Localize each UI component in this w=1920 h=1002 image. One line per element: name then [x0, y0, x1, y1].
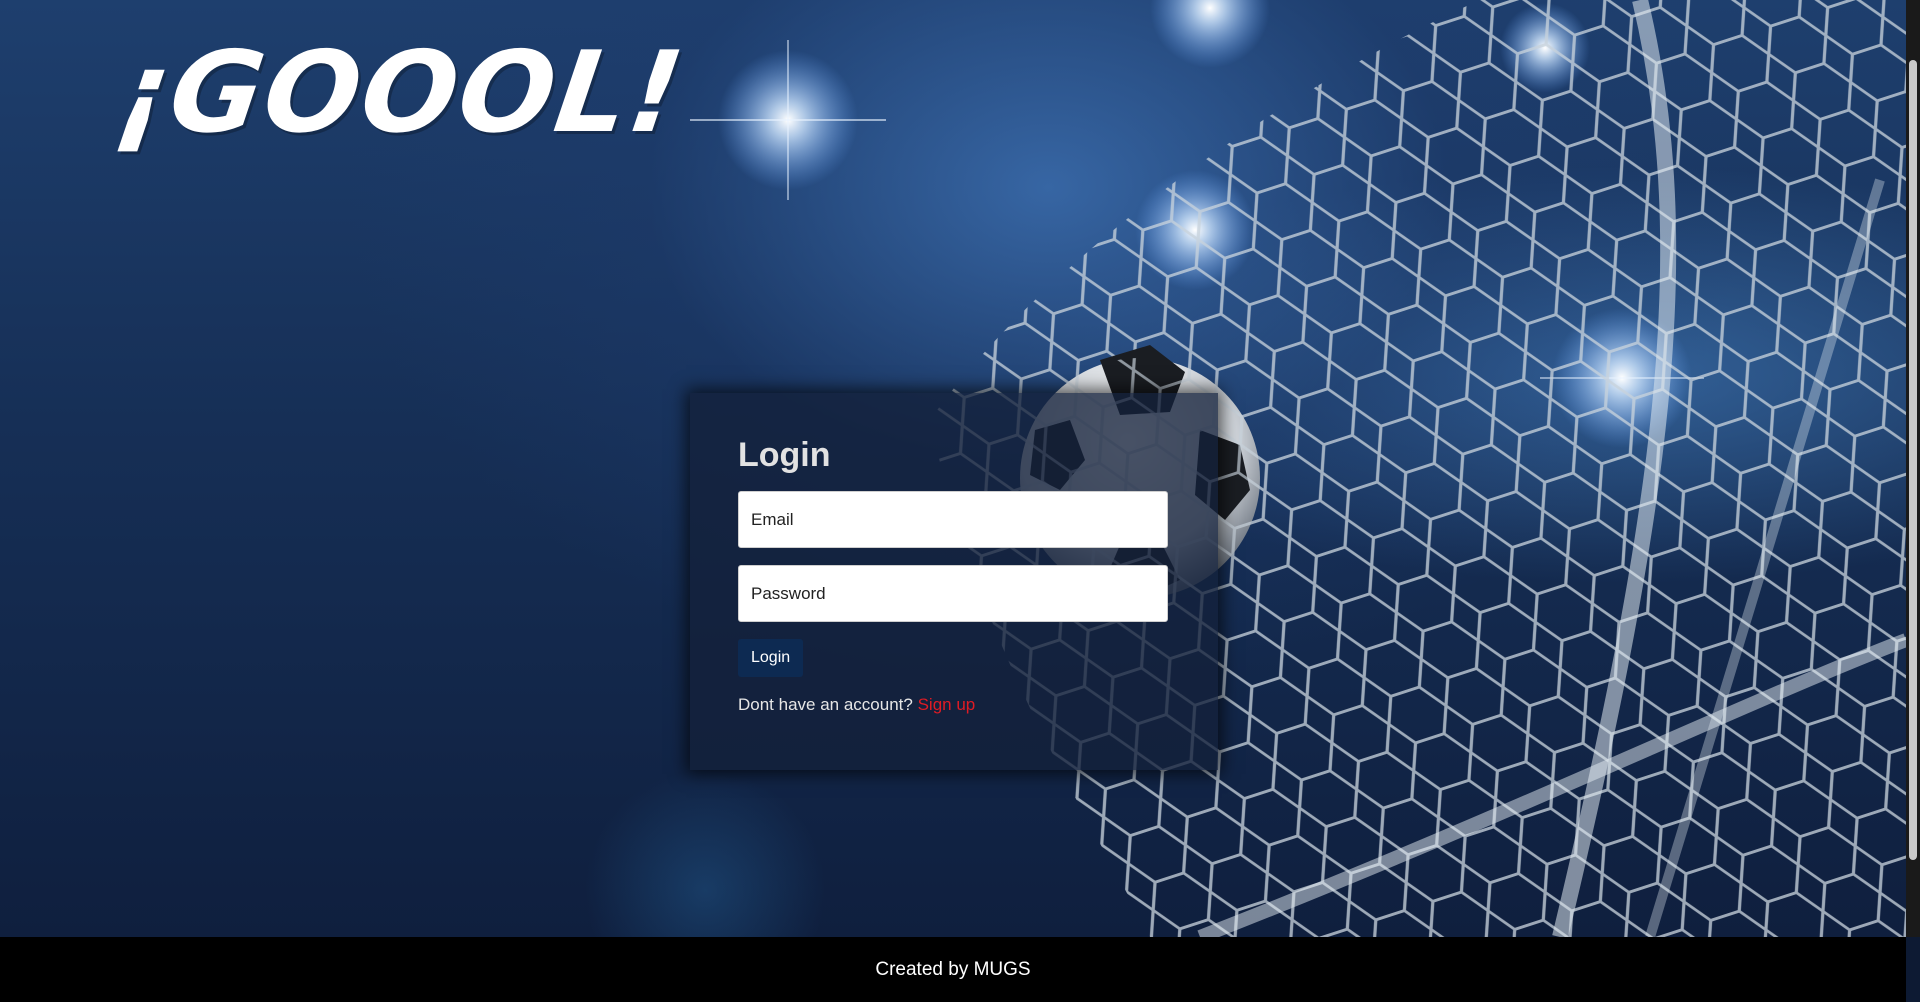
page-background: ¡GOOOL! Login Login Dont have an account…	[0, 0, 1906, 937]
login-button[interactable]: Login	[738, 639, 804, 677]
signup-prompt: Dont have an account?	[738, 695, 913, 714]
vertical-scrollbar[interactable]	[1906, 0, 1920, 937]
signup-row: Dont have an account? Sign up	[738, 695, 1170, 715]
footer-text: Created by MUGS	[875, 958, 1031, 980]
login-title: Login	[738, 436, 831, 474]
login-card: Login Login Dont have an account? Sign u…	[690, 393, 1218, 770]
footer: Created by MUGS	[0, 937, 1906, 1002]
logo-text: ¡GOOOL!	[108, 28, 693, 158]
scrollbar-thumb[interactable]	[1909, 60, 1917, 860]
signup-link[interactable]: Sign up	[918, 695, 976, 714]
password-field[interactable]	[738, 565, 1168, 622]
brand-logo[interactable]: ¡GOOOL!	[109, 28, 692, 158]
email-field[interactable]	[738, 491, 1168, 548]
